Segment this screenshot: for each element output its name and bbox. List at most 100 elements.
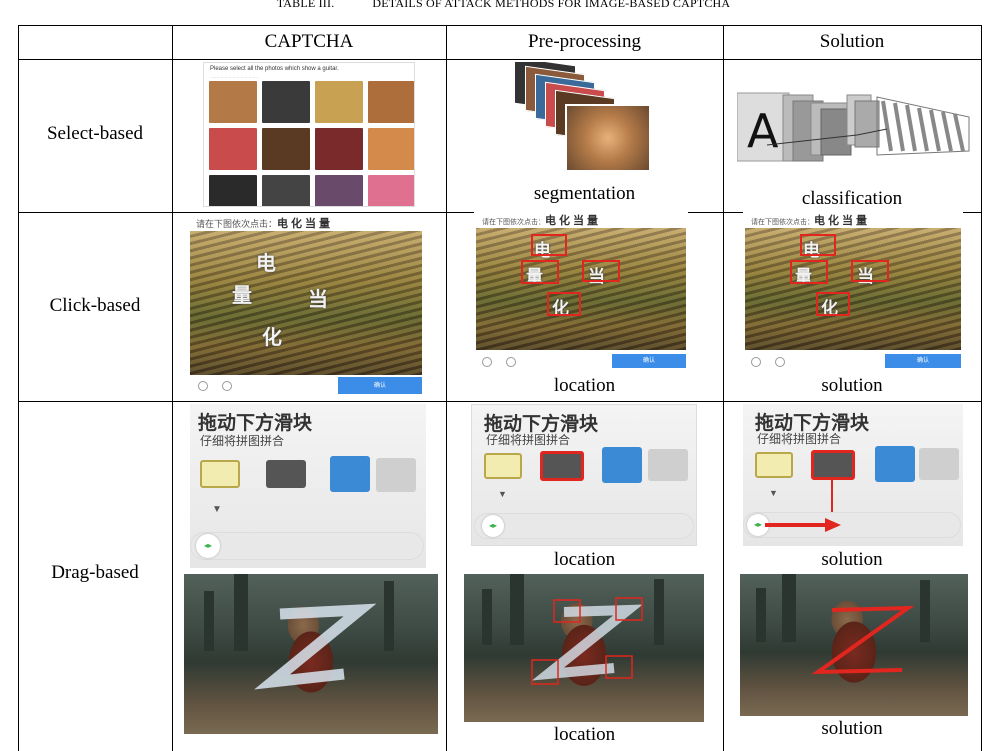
puzzle-piece[interactable]: [200, 460, 240, 488]
click-scene-loc: 电 量 当 化: [476, 228, 686, 350]
drag-arrow-icon: [765, 518, 841, 532]
select-pre-caption: segmentation: [533, 183, 636, 204]
click-captcha-location: 请在下图依次点击：电化当量 电 量 当 化 确认: [474, 212, 688, 372]
captcha-image-tile[interactable]: [262, 128, 310, 170]
location-box: [531, 234, 567, 256]
solution-box: [790, 260, 828, 284]
cnn-diagram-svg: A: [737, 92, 970, 162]
captcha-image-tile[interactable]: [315, 175, 363, 206]
drag-subtitle: 仔细将拼图拼合: [200, 434, 285, 448]
svg-text:A: A: [747, 104, 779, 158]
confirm-button[interactable]: 确认: [612, 354, 686, 368]
puzzle-piece[interactable]: [755, 452, 793, 478]
click-char: 量: [232, 283, 252, 307]
eye-icon[interactable]: [198, 381, 208, 391]
click-prompt-prefix: 请在下图依次点击：: [482, 218, 545, 226]
drag-sol-caption: solution: [821, 549, 883, 570]
located-slot: [811, 450, 855, 480]
puzzle-piece[interactable]: [484, 453, 522, 479]
row-label-click: Click-based: [49, 295, 141, 316]
click-prompt-chars: 电化当量: [814, 214, 870, 227]
header-solution: Solution: [819, 31, 885, 52]
table-number: TABLE III.: [276, 0, 335, 10]
segmentation-stack-image: [515, 62, 655, 180]
select-sol-caption: classification: [801, 188, 903, 209]
click-sol-caption: solution: [821, 375, 883, 396]
rule-header: [18, 59, 982, 60]
puzzle-target: [602, 447, 642, 483]
drag-captcha-location: 拖动下方滑块 仔细将拼图拼合 ▼ ◂▸: [471, 404, 697, 546]
captcha-image-tile[interactable]: [209, 128, 257, 170]
puzzle-target-right: [648, 449, 688, 481]
slider-knob[interactable]: ◂▸: [482, 515, 504, 537]
slider-knob[interactable]: ◂▸: [196, 534, 220, 558]
select-captcha-image: Please select all the photos which show …: [203, 62, 415, 207]
click-scene-sol: 电 量 当 化: [745, 228, 961, 350]
click-captcha-solution: 请在下图依次点击：电化当量 电 量 当 化 确认: [743, 212, 963, 372]
cnn-architecture-diagram: A: [737, 65, 977, 185]
drag-solution-path: [811, 605, 915, 675]
click-char: 化: [262, 325, 282, 349]
drag-photo-solution: [740, 574, 968, 716]
captcha-image-tile[interactable]: [368, 81, 414, 123]
click-prompt-loc: 请在下图依次点击：电化当量: [482, 212, 601, 228]
drag-photo-location: [464, 574, 704, 722]
confirm-button[interactable]: 确认: [338, 377, 422, 394]
eye-icon[interactable]: [751, 357, 761, 367]
drag-pre-caption: location: [553, 549, 616, 570]
captcha-image-tile[interactable]: [315, 81, 363, 123]
click-char: 电: [256, 251, 276, 275]
select-instruction: Please select all the photos which show …: [210, 66, 339, 72]
located-slot: [540, 451, 584, 481]
captcha-image-tile[interactable]: [262, 81, 310, 123]
puzzle-target-right: [919, 448, 959, 480]
captcha-image-tile[interactable]: [368, 128, 414, 170]
click-char: 当: [308, 287, 328, 311]
drag-photo-sol-caption: solution: [821, 718, 883, 739]
table-title: DETAILS OF ATTACK METHODS FOR IMAGE-BASE…: [372, 0, 731, 10]
row-label-select: Select-based: [46, 123, 143, 144]
slider-track[interactable]: [474, 513, 694, 539]
arrow-down-icon: ▼: [498, 489, 507, 499]
refresh-icon[interactable]: [506, 357, 516, 367]
click-pre-caption: location: [553, 375, 616, 396]
rule-row2: [18, 401, 982, 402]
header-captcha: CAPTCHA: [264, 31, 354, 52]
captcha-image-tile[interactable]: [368, 175, 414, 206]
solution-box: [816, 292, 850, 316]
captcha-image-tile[interactable]: [315, 128, 363, 170]
solution-box: [800, 234, 836, 256]
location-box: [582, 260, 620, 282]
drag-photo-pre-caption: location: [553, 724, 616, 745]
click-prompt-prefix: 请在下图依次点击：: [751, 218, 814, 226]
drag-subtitle: 仔细将拼图拼合: [757, 432, 842, 446]
slider-track[interactable]: [190, 532, 424, 560]
location-box: [521, 260, 559, 284]
drag-captcha-original: 拖动下方滑块 仔细将拼图拼合 ▼ ◂▸: [190, 404, 426, 568]
table-caption: TABLE III. DETAILS OF ATTACK METHODS FOR …: [0, 0, 1007, 11]
rule-col1: [172, 25, 173, 751]
captcha-image-tile[interactable]: [262, 175, 310, 206]
header-preprocessing: Pre-processing: [528, 31, 641, 52]
drag-photo-original: [184, 574, 438, 734]
puzzle-slot: [266, 460, 306, 488]
location-box: [547, 292, 581, 316]
arrow-down-icon: ▼: [769, 488, 778, 498]
captcha-image-tile[interactable]: [209, 81, 257, 123]
eye-icon[interactable]: [482, 357, 492, 367]
row-label-drag: Drag-based: [51, 562, 139, 583]
refresh-icon[interactable]: [775, 357, 785, 367]
captcha-image-tile[interactable]: [209, 175, 257, 206]
puzzle-target: [875, 446, 915, 482]
confirm-button[interactable]: 确认: [885, 354, 961, 368]
click-prompt-prefix: 请在下图依次点击：: [196, 220, 278, 230]
drag-subtitle: 仔细将拼图拼合: [486, 433, 571, 447]
drag-path-overlay: [254, 603, 377, 690]
drag-title: 拖动下方滑块: [198, 412, 313, 434]
click-prompt-chars: 电化当量: [277, 217, 334, 230]
click-prompt: 请在下图依次点击：电化当量: [196, 215, 333, 231]
click-captcha-original: 请在下图依次点击：电化当量 电 量 当 化 确认: [190, 215, 426, 397]
click-scene: 电 量 当 化: [190, 231, 422, 375]
refresh-icon[interactable]: [222, 381, 232, 391]
drag-captcha-solution: 拖动下方滑块 仔细将拼图拼合 ▼ ◂▸: [743, 404, 963, 546]
